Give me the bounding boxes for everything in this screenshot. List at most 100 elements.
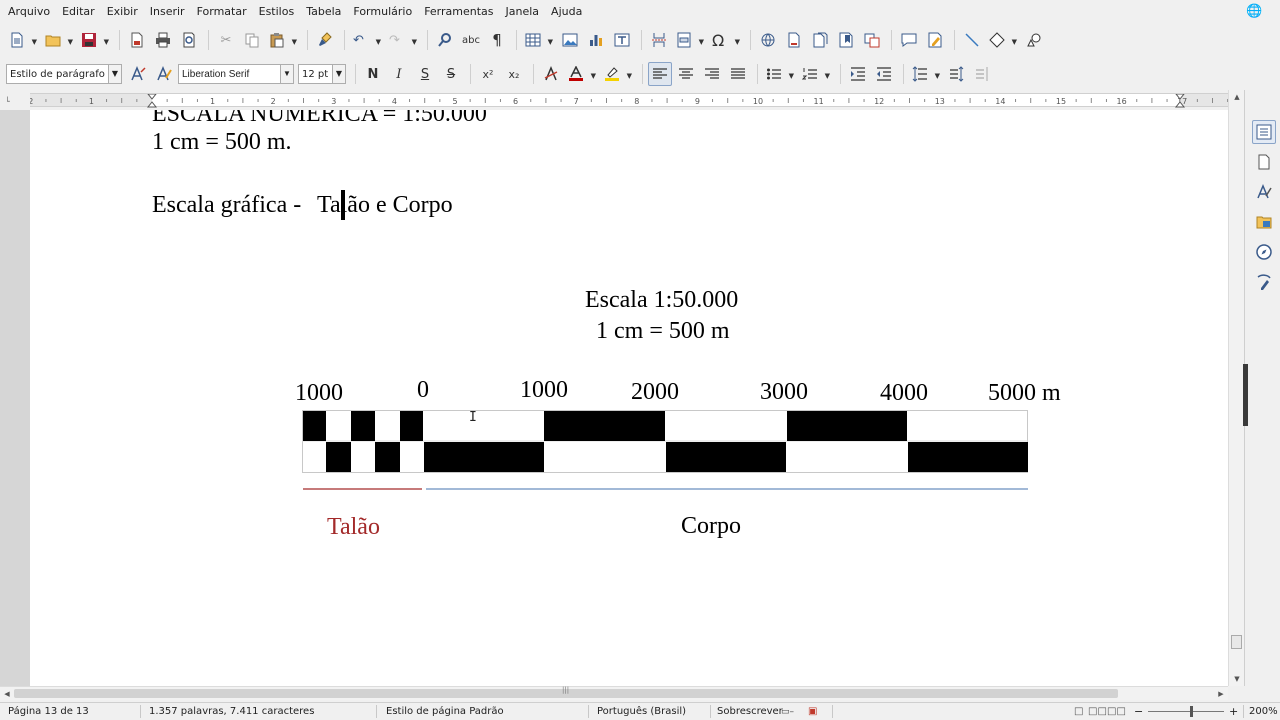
italic-button[interactable]: I	[387, 62, 411, 86]
zoom-out-icon[interactable]: −	[1134, 705, 1143, 719]
highlight-color-button[interactable]: ▼	[601, 62, 635, 86]
horizontal-scrollbar[interactable]: ◀ ||| ▶	[0, 686, 1228, 700]
increase-indent-button[interactable]	[846, 62, 870, 86]
bold-button[interactable]: N	[361, 62, 385, 86]
chevron-down-icon[interactable]: ▼	[332, 65, 345, 83]
selection-mode-icon[interactable]: ▭–	[781, 705, 794, 719]
basic-shapes-button[interactable]: ▼	[986, 28, 1020, 52]
find-replace-button[interactable]	[433, 28, 457, 52]
scroll-right-icon[interactable]: ▶	[1214, 687, 1228, 701]
insert-textbox-button[interactable]	[610, 28, 634, 52]
zoom-in-icon[interactable]: +	[1229, 705, 1238, 719]
new-document-button[interactable]: ▼	[6, 28, 40, 52]
strikethrough-button[interactable]: S	[439, 62, 463, 86]
insert-line-button[interactable]	[960, 28, 984, 52]
horizontal-ruler[interactable]: 2 1 1 2 3 4 5 6 7 8 9 10 11 12 13 14 15 16 17	[30, 93, 1228, 108]
font-color-button[interactable]: ▼	[565, 62, 599, 86]
line-spacing-button[interactable]: ▼	[909, 62, 943, 86]
scroll-down-icon[interactable]: ▼	[1229, 672, 1245, 686]
insert-table-button[interactable]: ▼	[522, 28, 556, 52]
bookmark-button[interactable]	[834, 28, 858, 52]
tab-stop-selector[interactable]: └	[5, 97, 10, 106]
increase-paragraph-spacing-button[interactable]	[945, 62, 969, 86]
zoom-slider-thumb[interactable]	[1190, 706, 1193, 717]
insert-chart-button[interactable]	[584, 28, 608, 52]
sidebar-inspector-button[interactable]	[1252, 270, 1276, 294]
insert-image-button[interactable]	[558, 28, 582, 52]
menu-janela[interactable]: Janela	[500, 2, 546, 22]
menu-editar[interactable]: Editar	[56, 2, 101, 22]
numbered-list-button[interactable]: ▼	[799, 62, 833, 86]
decrease-paragraph-spacing-button[interactable]	[971, 62, 995, 86]
sidebar-styles-button[interactable]	[1252, 180, 1276, 204]
underline-button[interactable]: S	[413, 62, 437, 86]
indent-marker[interactable]	[146, 94, 158, 108]
superscript-button[interactable]: x²	[476, 62, 500, 86]
print-preview-button[interactable]	[177, 28, 201, 52]
single-page-view-icon[interactable]: □	[1074, 705, 1083, 719]
sidebar-navigator-button[interactable]	[1252, 240, 1276, 264]
menu-estilos[interactable]: Estilos	[253, 2, 301, 22]
sidebar-properties-button[interactable]	[1252, 120, 1276, 144]
menu-inserir[interactable]: Inserir	[144, 2, 191, 22]
globe-icon[interactable]: 🌐	[1246, 4, 1262, 20]
insert-mode-indicator[interactable]: Sobrescrever	[717, 705, 783, 719]
chevron-down-icon[interactable]: ▼	[280, 65, 293, 83]
document-area[interactable]: ESCALA NUMÉRICA = 1:50.000 1 cm = 500 m.…	[0, 110, 1244, 686]
menu-ferramentas[interactable]: Ferramentas	[418, 2, 499, 22]
bullet-list-button[interactable]: ▼	[763, 62, 797, 86]
book-view-icon[interactable]: □□	[1107, 705, 1126, 719]
justify-button[interactable]	[726, 62, 750, 86]
vertical-scrollbar[interactable]: ▲ ▼	[1228, 90, 1244, 686]
zoom-level[interactable]: 200%	[1249, 705, 1278, 719]
formatting-marks-button[interactable]: ¶	[485, 28, 509, 52]
menu-formatar[interactable]: Formatar	[191, 2, 253, 22]
special-character-button[interactable]: Ω ▼	[709, 28, 743, 52]
word-count[interactable]: 1.357 palavras, 7.411 caracteres	[149, 705, 314, 719]
vertical-scroll-thumb[interactable]	[1231, 635, 1242, 649]
endnote-button[interactable]	[808, 28, 832, 52]
menu-formulario[interactable]: Formulário	[347, 2, 418, 22]
draw-functions-button[interactable]	[1022, 28, 1046, 52]
menu-arquivo[interactable]: Arquivo	[2, 2, 56, 22]
redo-button[interactable]: ↷ ▼	[386, 28, 420, 52]
copy-button[interactable]	[240, 28, 264, 52]
comment-button[interactable]	[897, 28, 921, 52]
cross-reference-button[interactable]	[860, 28, 884, 52]
sidebar-resize-handle[interactable]	[1243, 364, 1248, 426]
clone-formatting-button[interactable]	[313, 28, 337, 52]
open-button[interactable]: ▼	[42, 28, 76, 52]
graphic-scale-bar[interactable]	[30, 110, 1228, 510]
print-button[interactable]	[151, 28, 175, 52]
multi-page-view-icon[interactable]: □□	[1088, 705, 1107, 719]
cut-button[interactable]: ✂	[214, 28, 238, 52]
clear-formatting-button[interactable]	[539, 62, 563, 86]
footnote-button[interactable]	[782, 28, 806, 52]
page-style-indicator[interactable]: Estilo de página Padrão	[386, 705, 504, 719]
sidebar-page-button[interactable]	[1252, 150, 1276, 174]
paragraph-style-combo[interactable]: Estilo de parágrafo Padrão ▼	[6, 64, 122, 84]
font-name-combo[interactable]: Liberation Serif ▼	[178, 64, 294, 84]
undo-button[interactable]: ↶ ▼	[350, 28, 384, 52]
update-style-button[interactable]	[126, 62, 150, 86]
new-style-button[interactable]	[152, 62, 176, 86]
language-indicator[interactable]: Português (Brasil)	[597, 705, 686, 719]
scroll-up-icon[interactable]: ▲	[1229, 90, 1245, 104]
sidebar-gallery-button[interactable]	[1252, 210, 1276, 234]
align-right-button[interactable]	[700, 62, 724, 86]
subscript-button[interactable]: x₂	[502, 62, 526, 86]
page-break-button[interactable]	[647, 28, 671, 52]
align-center-button[interactable]	[674, 62, 698, 86]
font-size-combo[interactable]: 12 pt ▼	[298, 64, 346, 84]
track-changes-button[interactable]	[923, 28, 947, 52]
align-left-button[interactable]	[648, 62, 672, 86]
insert-field-button[interactable]: ▼	[673, 28, 707, 52]
document-modified-icon[interactable]: ▣	[808, 705, 817, 719]
chevron-down-icon[interactable]: ▼	[108, 65, 121, 83]
page-indicator[interactable]: Página 13 de 13	[8, 705, 89, 719]
scroll-left-icon[interactable]: ◀	[0, 687, 14, 701]
spelling-button[interactable]: abc	[459, 28, 483, 52]
hyperlink-button[interactable]	[756, 28, 780, 52]
paste-button[interactable]: ▼	[266, 28, 300, 52]
zoom-slider[interactable]	[1148, 711, 1224, 712]
